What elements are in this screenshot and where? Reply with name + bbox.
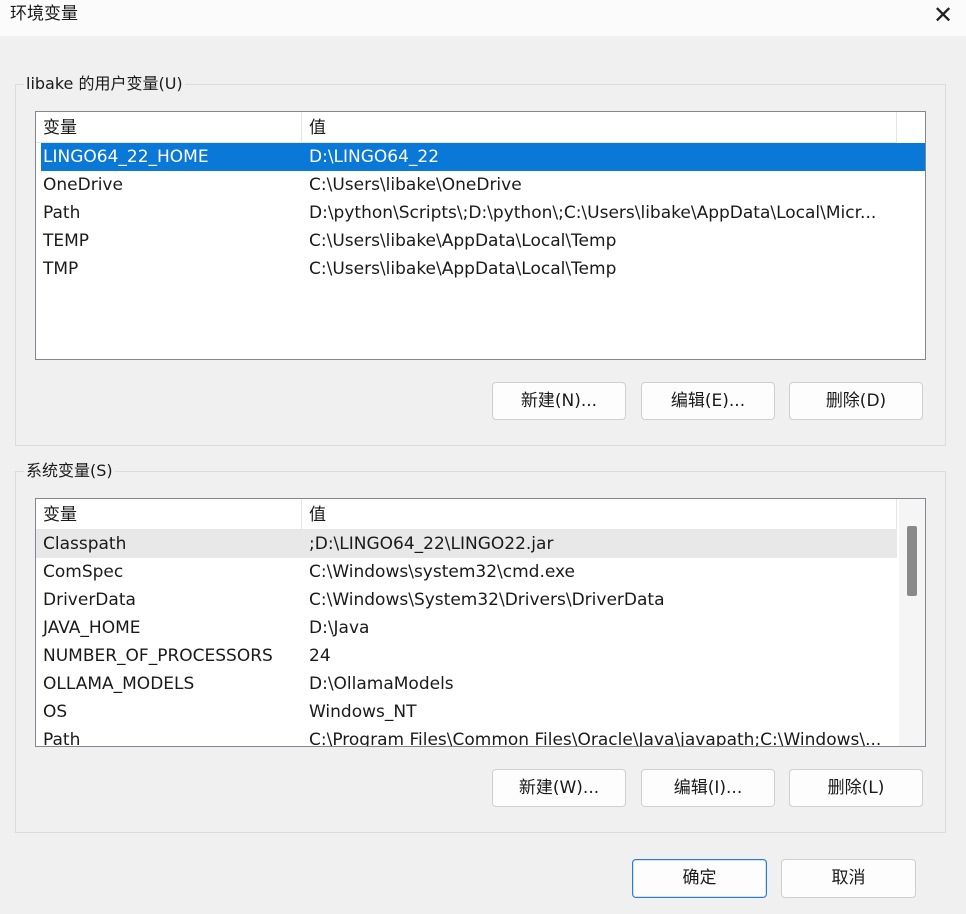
variable-name: TMP: [43, 259, 79, 279]
variable-name: TEMP: [43, 231, 90, 251]
user-edit-button[interactable]: 编辑(E)...: [641, 382, 775, 420]
system-edit-button[interactable]: 编辑(I)...: [641, 769, 775, 807]
table-row[interactable]: TMP C:\Users\libake\AppData\Local\Temp: [36, 255, 925, 283]
variable-name: ComSpec: [43, 562, 124, 582]
cancel-button[interactable]: 取消: [781, 859, 916, 898]
title-bar: 环境变量 ✕: [0, 0, 966, 36]
variable-name: DriverData: [43, 590, 136, 610]
ok-button[interactable]: 确定: [632, 859, 767, 898]
variable-name: OLLAMA_MODELS: [43, 674, 195, 694]
variable-name: OneDrive: [43, 175, 123, 195]
column-header-variable[interactable]: 变量: [36, 499, 302, 529]
variable-name: Classpath: [43, 534, 127, 554]
column-header-value[interactable]: 值: [302, 499, 897, 529]
table-row[interactable]: OneDrive C:\Users\libake\OneDrive: [36, 171, 925, 199]
variable-value: C:\Users\libake\AppData\Local\Temp: [309, 259, 617, 279]
table-row[interactable]: OS Windows_NT: [36, 698, 897, 726]
variable-value: Windows_NT: [309, 702, 417, 722]
table-row[interactable]: NUMBER_OF_PROCESSORS 24: [36, 642, 897, 670]
variable-value: D:\Java: [309, 618, 370, 638]
variable-value: D:\python\Scripts\;D:\python\;C:\Users\l…: [309, 203, 877, 223]
table-row[interactable]: OLLAMA_MODELS D:\OllamaModels: [36, 670, 897, 698]
table-row[interactable]: JAVA_HOME D:\Java: [36, 614, 897, 642]
table-row[interactable]: Path D:\python\Scripts\;D:\python\;C:\Use…: [36, 199, 925, 227]
variable-value: C:\Users\libake\AppData\Local\Temp: [309, 231, 617, 251]
table-row[interactable]: TEMP C:\Users\libake\AppData\Local\Temp: [36, 227, 925, 255]
variable-name: OS: [43, 702, 68, 722]
system-delete-button[interactable]: 删除(L): [789, 769, 923, 807]
user-delete-button[interactable]: 删除(D): [789, 382, 923, 420]
variable-value: C:\Users\libake\OneDrive: [309, 175, 522, 195]
variable-name: JAVA_HOME: [43, 618, 141, 638]
system-vars-list[interactable]: 变量 值 Classpath ;D:\LINGO64_22\LINGO22.jar…: [35, 498, 926, 747]
variable-value: D:\LINGO64_22: [309, 147, 440, 167]
table-row[interactable]: LINGO64_22_HOME D:\LINGO64_22: [41, 143, 925, 171]
variable-value: C:\Windows\system32\cmd.exe: [309, 562, 576, 582]
system-vars-rows: Classpath ;D:\LINGO64_22\LINGO22.jar ComSp…: [36, 530, 897, 747]
user-vars-header: 变量 值: [36, 112, 897, 143]
variable-value: C:\Windows\System32\Drivers\DriverData: [309, 590, 665, 610]
close-icon[interactable]: ✕: [920, 0, 966, 30]
table-row[interactable]: Path C:\Program Files\Common Files\Oracle…: [36, 726, 897, 747]
table-row[interactable]: DriverData C:\Windows\System32\Drivers\Dr…: [36, 586, 897, 614]
user-vars-label: libake 的用户变量(U): [24, 74, 185, 94]
variable-value: D:\OllamaModels: [309, 674, 454, 694]
variable-name: Path: [43, 203, 81, 223]
user-vars-list[interactable]: 变量 值 LINGO64_22_HOME D:\LINGO64_22 OneDriv…: [35, 111, 926, 360]
table-row[interactable]: ComSpec C:\Windows\system32\cmd.exe: [36, 558, 897, 586]
user-new-button[interactable]: 新建(N)...: [492, 382, 626, 420]
variable-value: 24: [309, 646, 331, 666]
variable-name: Path: [43, 730, 81, 747]
column-header-value[interactable]: 值: [302, 112, 897, 142]
window-title: 环境变量: [10, 4, 78, 24]
variable-name: LINGO64_22_HOME: [43, 147, 209, 167]
scrollbar-thumb[interactable]: [907, 526, 917, 596]
system-vars-label: 系统变量(S): [24, 461, 115, 481]
variable-value: ;D:\LINGO64_22\LINGO22.jar: [309, 534, 554, 554]
user-vars-rows: LINGO64_22_HOME D:\LINGO64_22 OneDrive C:\U…: [36, 143, 925, 283]
variable-value: C:\Program Files\Common Files\Oracle\Jav…: [309, 730, 882, 747]
system-new-button[interactable]: 新建(W)...: [492, 769, 626, 807]
system-vars-scrollbar[interactable]: [899, 499, 925, 746]
variable-name: NUMBER_OF_PROCESSORS: [43, 646, 273, 666]
table-row[interactable]: Classpath ;D:\LINGO64_22\LINGO22.jar: [36, 530, 897, 558]
column-header-variable[interactable]: 变量: [36, 112, 302, 142]
system-vars-header: 变量 值: [36, 499, 897, 530]
